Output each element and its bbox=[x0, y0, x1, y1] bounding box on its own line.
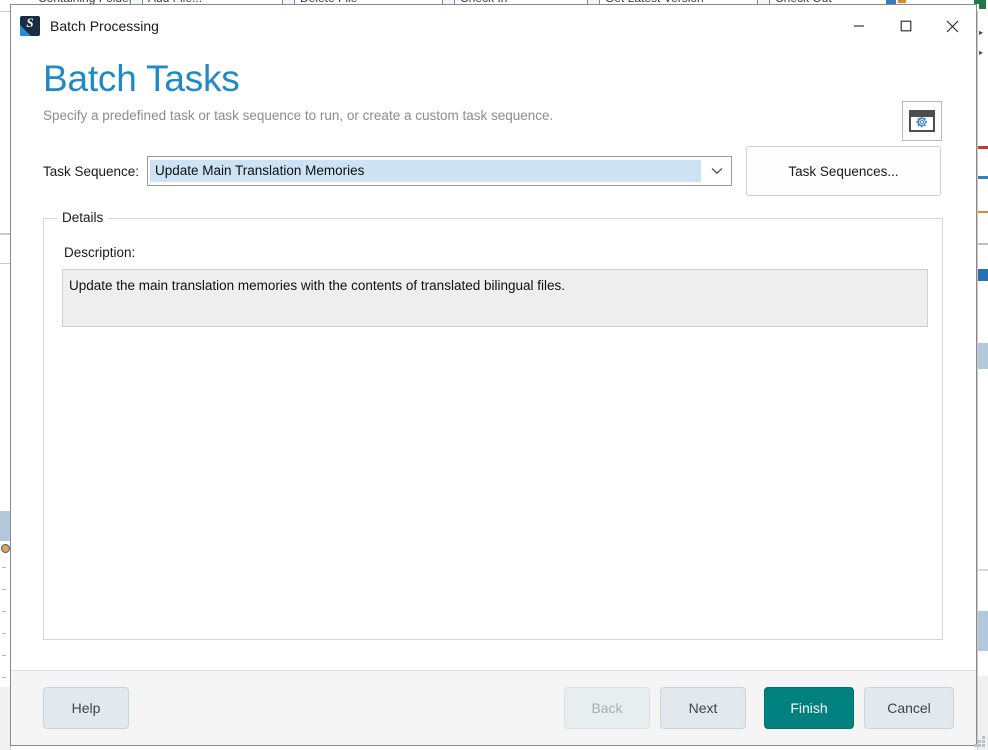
next-button[interactable]: Next bbox=[660, 687, 746, 729]
help-button[interactable]: Help bbox=[43, 687, 129, 729]
background-right-panel: ▸ ▸ bbox=[977, 11, 988, 750]
task-sequences-button[interactable]: Task Sequences... bbox=[746, 146, 941, 196]
maximize-button[interactable] bbox=[882, 5, 929, 47]
background-glyph: ▸ bbox=[979, 28, 984, 37]
page-title: Batch Tasks bbox=[43, 58, 240, 99]
task-sequence-row: Task Sequence: Update Main Translation M… bbox=[35, 146, 952, 196]
resize-grip[interactable] bbox=[971, 733, 985, 747]
footer-button-group: Back Next Finish Cancel bbox=[564, 687, 954, 729]
window-title: Batch Processing bbox=[50, 18, 159, 34]
dialog-header: Batch Tasks Specify a predefined task or… bbox=[11, 47, 976, 141]
maximize-icon bbox=[900, 20, 912, 32]
batch-processing-dialog: S Batch Processing Batch Tasks Specify a… bbox=[10, 4, 977, 746]
details-group: Details Description: Update the main tra… bbox=[43, 210, 943, 640]
minimize-button[interactable] bbox=[835, 5, 882, 47]
chevron-down-icon[interactable] bbox=[703, 157, 731, 185]
trados-s-icon: S bbox=[20, 16, 40, 36]
dialog-footer: Help Back Next Finish Cancel bbox=[11, 670, 976, 745]
task-sequence-selected-value: Update Main Translation Memories bbox=[150, 160, 701, 182]
dialog-titlebar: S Batch Processing bbox=[11, 5, 976, 47]
back-button[interactable]: Back bbox=[564, 687, 650, 729]
close-button[interactable] bbox=[929, 5, 976, 47]
dialog-body: Task Sequence: Update Main Translation M… bbox=[11, 123, 976, 670]
description-box: Update the main translation memories wit… bbox=[62, 269, 928, 327]
background-glyph: ▸ bbox=[979, 48, 984, 57]
page-subtitle: Specify a predefined task or task sequen… bbox=[43, 108, 554, 123]
task-sequence-dropdown[interactable]: Update Main Translation Memories bbox=[147, 156, 732, 186]
description-label: Description: bbox=[64, 245, 136, 260]
background-corner-icon bbox=[979, 0, 986, 9]
finish-button[interactable]: Finish bbox=[764, 687, 854, 729]
close-icon bbox=[946, 20, 959, 33]
window-controls bbox=[835, 5, 976, 47]
cancel-button[interactable]: Cancel bbox=[864, 687, 954, 729]
description-text: Update the main translation memories wit… bbox=[69, 278, 566, 293]
task-sequence-label: Task Sequence: bbox=[43, 163, 140, 179]
ribbon-orange-icon bbox=[898, 0, 906, 3]
details-legend: Details bbox=[57, 210, 109, 225]
minimize-icon bbox=[853, 20, 865, 32]
